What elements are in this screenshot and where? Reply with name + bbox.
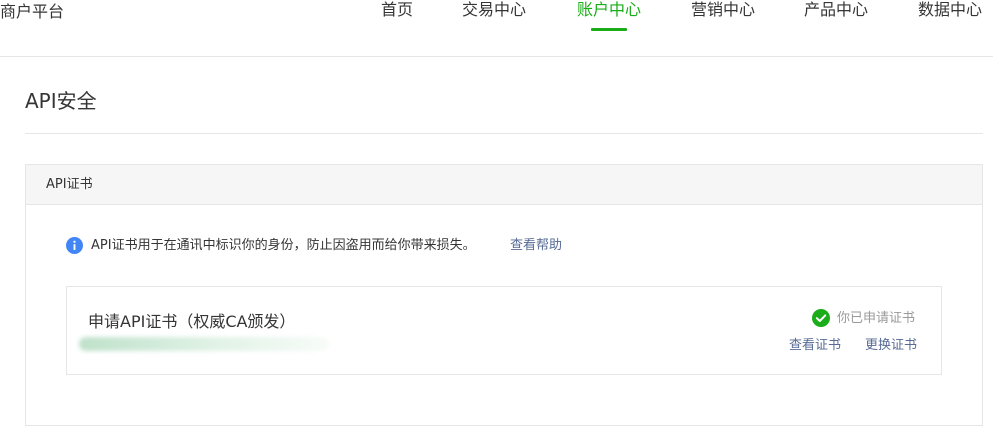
- panel-header: API证书: [26, 165, 982, 205]
- redacted-text: [79, 337, 329, 351]
- nav-item-account[interactable]: 账户中心: [577, 0, 641, 56]
- nav-item-marketing[interactable]: 营销中心: [691, 0, 755, 56]
- info-icon: [66, 237, 83, 254]
- check-circle-icon: [812, 309, 830, 327]
- help-link[interactable]: 查看帮助: [510, 238, 562, 254]
- nav-item-label: 账户中心: [577, 0, 642, 19]
- top-navigation-bar: 商户平台 首页 交易中心 账户中心 营销中心 产品中心 数据中心: [0, 0, 993, 57]
- nav-item-label: 产品中心: [804, 0, 869, 19]
- nav-item-label: 首页: [381, 0, 414, 19]
- nav-item-products[interactable]: 产品中心: [804, 0, 868, 56]
- page-title: API安全: [25, 89, 97, 113]
- replace-cert-link[interactable]: 更换证书: [865, 338, 917, 354]
- api-cert-panel: API证书 API证书用于在通讯中标识你的身份，防止因盗用而给你带来损失。 查看…: [25, 164, 983, 426]
- nav-item-label: 交易中心: [462, 0, 527, 19]
- nav-item-transactions[interactable]: 交易中心: [462, 0, 526, 56]
- nav-item-home[interactable]: 首页: [381, 0, 413, 56]
- notice-text: API证书用于在通讯中标识你的身份，防止因盗用而给你带来损失。: [91, 238, 476, 253]
- active-tab-indicator: [591, 28, 627, 31]
- cert-title: 申请API证书（权威CA颁发）: [88, 312, 296, 331]
- brand-title: 商户平台: [0, 2, 65, 21]
- nav-item-label: 数据中心: [918, 0, 983, 19]
- cert-status: 你已申请证书: [812, 308, 921, 328]
- nav-item-data[interactable]: 数据中心: [918, 0, 982, 56]
- panel-title: API证书: [46, 177, 93, 192]
- cert-card: 申请API证书（权威CA颁发） 你已申请证书 查看证书 更换证书: [66, 286, 942, 375]
- cert-status-text: 你已申请证书: [837, 311, 916, 326]
- view-cert-link[interactable]: 查看证书: [789, 338, 841, 354]
- title-divider: [25, 133, 983, 134]
- nav-item-label: 营销中心: [691, 0, 756, 19]
